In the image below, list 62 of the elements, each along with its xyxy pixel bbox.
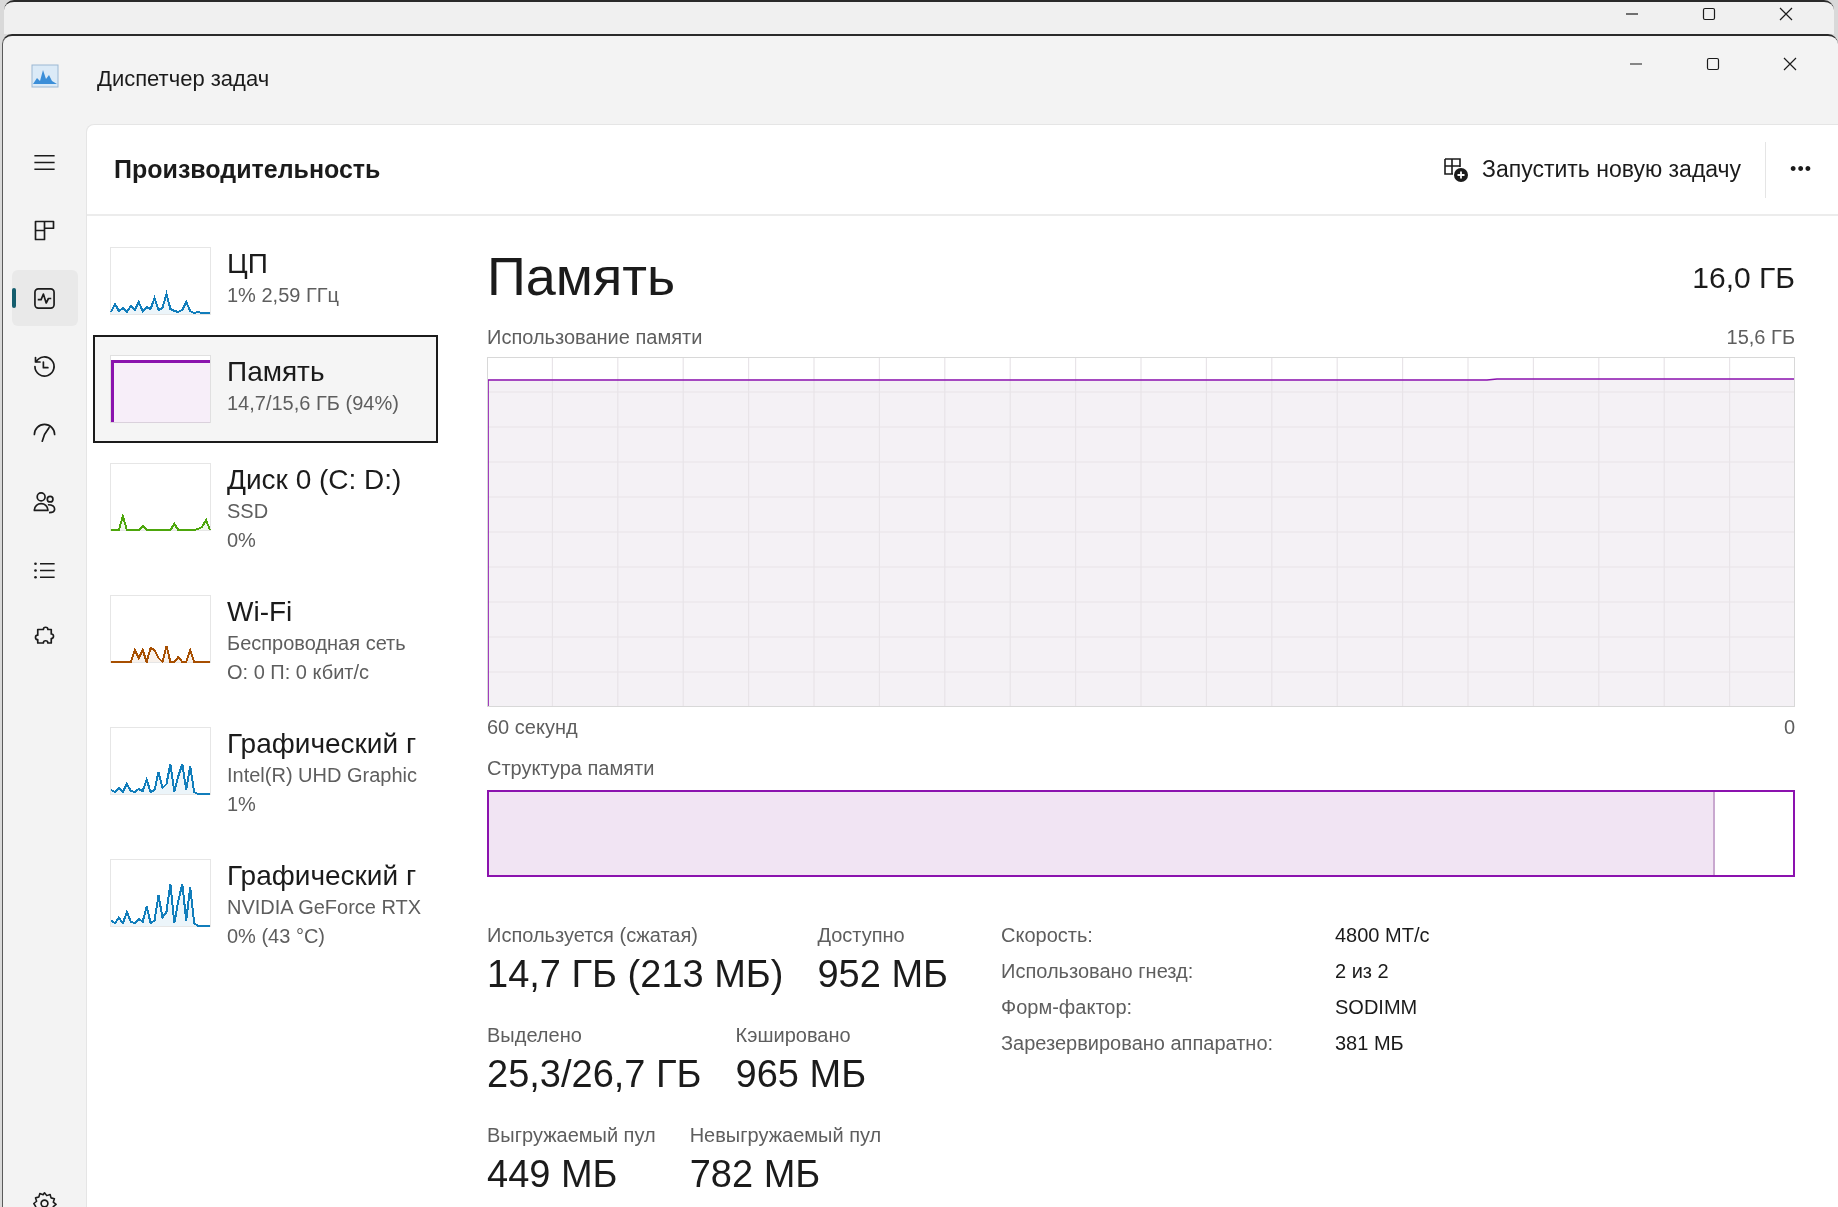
device-stat: Беспроводная сеть xyxy=(227,631,406,656)
stat-label: Кэшировано xyxy=(735,1023,852,1048)
property-label: Форм-фактор: xyxy=(1001,995,1134,1020)
device-item[interactable]: Wi-Fi Беспроводная сеть О: 0 П: 0 кбит/с xyxy=(93,575,438,707)
more-button[interactable]: ••• xyxy=(1778,151,1824,188)
device-stat: 0% xyxy=(227,528,257,553)
graph-max-label: 15,6 ГБ xyxy=(1726,325,1795,350)
device-stat: SSD xyxy=(227,499,270,524)
device-item[interactable]: ЦП 1% 2,59 ГГц xyxy=(93,227,438,335)
device-name: Графический г xyxy=(227,859,418,893)
device-item[interactable]: Память 14,7/15,6 ГБ (94%) xyxy=(93,335,438,443)
app-icon xyxy=(31,64,59,88)
stat-label: Выделено xyxy=(487,1023,583,1048)
property-label: Использовано гнезд: xyxy=(1001,959,1195,984)
page-title: Производительность xyxy=(114,155,381,184)
stat-value: 25,3/26,7 ГБ xyxy=(487,1052,702,1097)
minimize-icon xyxy=(1625,13,1638,15)
property-value: 2 из 2 xyxy=(1335,959,1390,984)
device-stat: NVIDIA GeForce RTX xyxy=(227,895,422,920)
stat-label: Выгружаемый пул xyxy=(487,1123,656,1148)
stat-label: Невыгружаемый пул xyxy=(689,1123,882,1148)
device-item[interactable]: Графический г NVIDIA GeForce RTX 0% (43 °C) xyxy=(93,839,438,971)
device-name: Диск 0 (C: D:) xyxy=(227,463,402,497)
device-name: Графический г xyxy=(227,727,418,761)
minimize-icon xyxy=(1629,63,1642,65)
device-name: Память xyxy=(227,355,326,389)
stat-value: 782 МБ xyxy=(689,1152,822,1197)
stat-value: 14,7 ГБ (213 МБ) xyxy=(487,952,784,997)
device-stat: 1% 2,59 ГГц xyxy=(227,283,340,308)
property-value: 4800 МТ/с xyxy=(1335,923,1430,948)
device-stat: 0% (43 °C) xyxy=(227,924,327,949)
device-stat: 14,7/15,6 ГБ (94%) xyxy=(227,391,399,416)
composition-label: Структура памяти xyxy=(487,756,656,781)
close-icon xyxy=(1781,56,1798,72)
section-title: Память xyxy=(487,245,676,308)
window-title: Диспетчер задач xyxy=(97,66,270,92)
stat-value: 449 МБ xyxy=(487,1152,619,1197)
device-stat: Intel(R) UHD Graphic xyxy=(227,763,418,788)
maximize-icon xyxy=(1704,56,1721,72)
device-item[interactable]: Диск 0 (C: D:) SSD 0% xyxy=(93,443,438,575)
property-value: SODIMM xyxy=(1335,995,1419,1020)
property-value: 381 МБ xyxy=(1335,1031,1405,1056)
graph-min-label: 0 xyxy=(1783,715,1795,740)
nav-button[interactable] xyxy=(11,270,78,326)
close-icon xyxy=(1777,6,1794,22)
stat-value: 952 МБ xyxy=(817,952,948,997)
device-stat: 1% xyxy=(227,792,257,817)
property-label: Зарезервировано аппаратно: xyxy=(1001,1031,1275,1056)
maximize-icon xyxy=(1700,6,1717,22)
device-item[interactable]: Графический г Intel(R) UHD Graphic 1% xyxy=(93,707,438,839)
device-stat: О: 0 П: 0 кбит/с xyxy=(227,660,371,685)
property-label: Скорость: xyxy=(1001,923,1094,948)
stat-label: Доступно xyxy=(817,923,906,948)
total-memory: 16,0 ГБ xyxy=(1692,260,1795,296)
device-name: Wi-Fi xyxy=(227,595,294,629)
new-task-icon xyxy=(1442,155,1471,184)
graph-time-label: 60 секунд xyxy=(487,715,578,740)
graph-label: Использование памяти xyxy=(487,325,703,350)
device-name: ЦП xyxy=(227,247,269,281)
stat-label: Используется (сжатая) xyxy=(487,923,699,948)
stat-value: 965 МБ xyxy=(735,1052,867,1097)
run-new-task-button[interactable]: Запустить новую задачу xyxy=(1430,147,1754,192)
